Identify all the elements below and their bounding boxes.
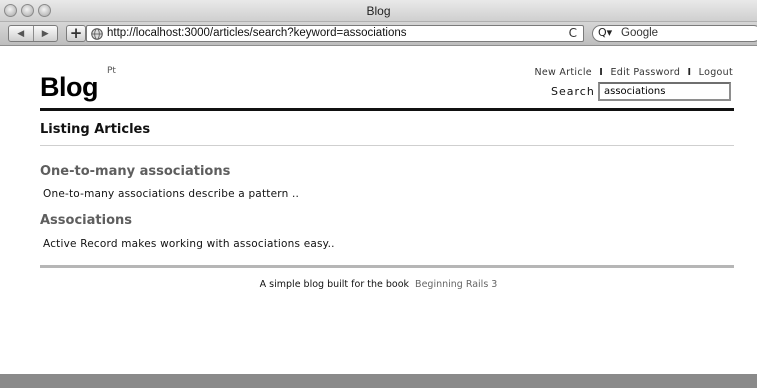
reload-icon[interactable]: C <box>569 26 577 40</box>
back-arrow-icon: ◀ <box>17 28 25 39</box>
back-button[interactable]: ◀ <box>9 26 33 41</box>
forward-button[interactable]: ▶ <box>32 26 58 41</box>
url-text: http://localhost:3000/articles/search?ke… <box>107 27 407 39</box>
logo-superscript: Pt <box>107 66 116 76</box>
forward-arrow-icon: ▶ <box>41 28 49 39</box>
nav-separator: I <box>687 67 692 78</box>
heading-divider <box>40 145 734 146</box>
article-title-link[interactable]: Associations <box>40 213 132 228</box>
nav-separator: I <box>599 67 604 78</box>
add-bookmark-button[interactable]: + <box>66 25 86 42</box>
article-excerpt: Active Record makes working with associa… <box>43 238 335 250</box>
footer-text: A simple blog built for the book <box>259 279 410 290</box>
site-logo[interactable]: Blog <box>40 72 99 103</box>
browser-search-field[interactable]: Q▾ Google <box>592 25 757 42</box>
back-forward-group: ◀ ▶ <box>8 25 58 42</box>
footer: A simple blog built for the book Beginni… <box>0 279 757 290</box>
status-bar <box>0 374 757 388</box>
header-divider <box>40 108 734 111</box>
article-excerpt: One-to-many associations describe a patt… <box>43 188 300 200</box>
new-article-link[interactable]: New Article <box>534 67 592 78</box>
search-placeholder: Google <box>621 27 659 39</box>
address-bar[interactable]: http://localhost:3000/articles/search?ke… <box>86 25 584 42</box>
edit-password-link[interactable]: Edit Password <box>610 67 680 78</box>
logout-link[interactable]: Logout <box>699 67 733 78</box>
plus-icon: + <box>69 24 83 42</box>
window-title: Blog <box>366 4 391 18</box>
window-titlebar: Blog <box>0 0 757 22</box>
search-input[interactable] <box>598 82 731 101</box>
globe-icon <box>91 28 103 40</box>
top-navigation: New Article I Edit Password I Logout <box>534 67 733 78</box>
search-label: Search <box>551 85 595 98</box>
page-title: Listing Articles <box>40 122 151 137</box>
footer-divider <box>40 265 734 268</box>
browser-toolbar: ◀ ▶ + http://localhost:3000/articles/sea… <box>0 22 757 46</box>
search-icon: Q▾ <box>598 26 613 39</box>
article-title-link[interactable]: One-to-many associations <box>40 164 230 179</box>
book-link[interactable]: Beginning Rails 3 <box>415 279 497 290</box>
